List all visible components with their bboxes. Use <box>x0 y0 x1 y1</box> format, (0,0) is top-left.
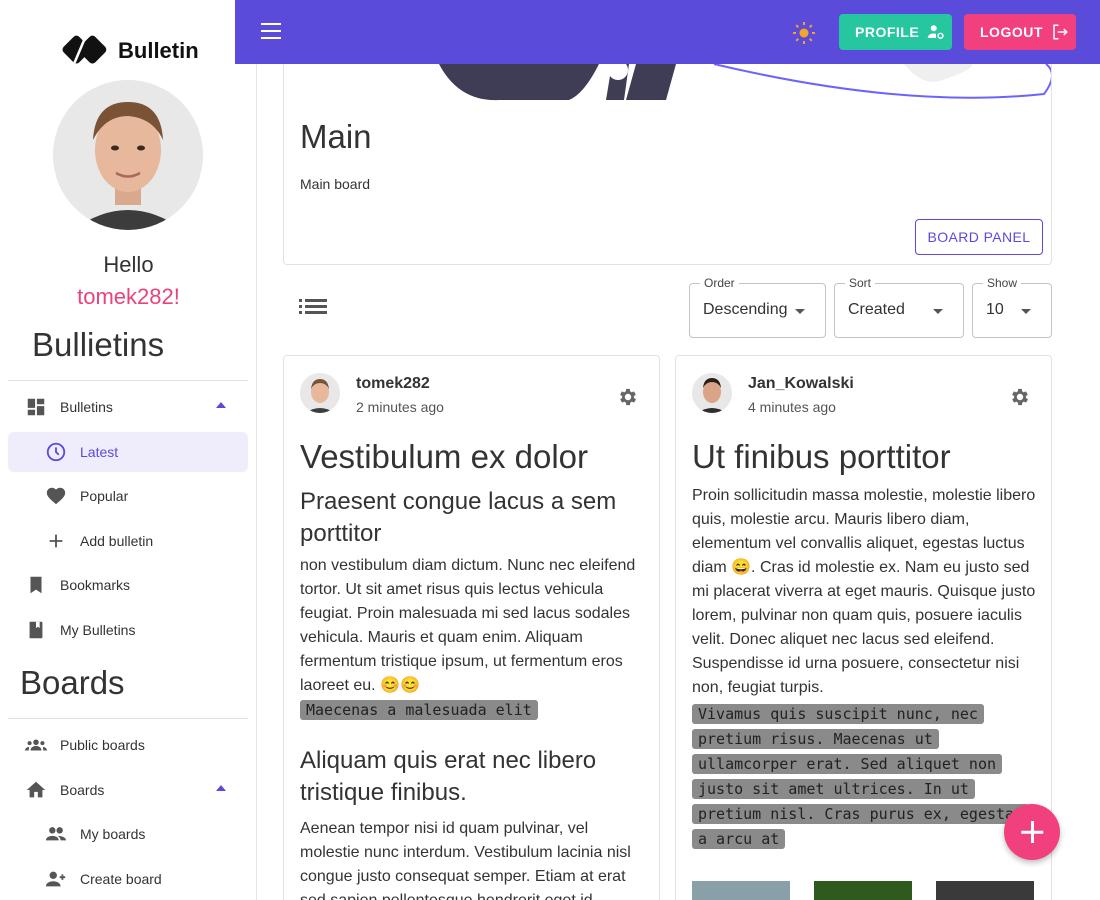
post-subtitle: Praesent congue lacus a sem porttitor <box>300 488 617 547</box>
image-thumbnail[interactable] <box>936 881 1034 900</box>
sidebar-item-my-bulletins[interactable]: My Bulletins <box>8 610 248 650</box>
post-code: Maecenas a malesuada elit <box>300 700 538 720</box>
bulletin-logo-icon <box>62 35 107 65</box>
groups-icon <box>24 733 48 757</box>
image-thumbnail[interactable] <box>692 881 790 900</box>
people-icon <box>44 822 68 846</box>
sidebar-item-public-boards[interactable]: Public boards <box>8 725 248 765</box>
post-text-content: non vestibulum diam dictum. Nunc nec ele… <box>300 557 636 694</box>
sidebar-item-label: Bookmarks <box>60 577 131 593</box>
sidebar-item-boards[interactable]: Boards <box>8 770 248 810</box>
dropdown-arrow-icon <box>933 309 943 314</box>
sidebar-item-add-bulletin[interactable]: Add bulletin <box>8 521 248 561</box>
sidebar-item-my-boards[interactable]: My boards <box>8 814 248 854</box>
logout-button-label: LOGOUT <box>980 24 1043 40</box>
board-panel-button[interactable]: BOARD PANEL <box>915 219 1043 255</box>
post-text-2: Aenean tempor nisi id quam pulvinar, vel… <box>300 820 631 900</box>
bulletin-card[interactable]: Jan_Kowalski 4 minutes ago Ut finibus po… <box>675 355 1052 900</box>
bulletins-heading: Bullietins <box>32 326 165 363</box>
bookmark-icon <box>24 573 48 597</box>
sidebar-item-bookmarks[interactable]: Bookmarks <box>8 565 248 605</box>
logout-button[interactable]: LOGOUT <box>964 14 1076 50</box>
sidebar-item-label: Public boards <box>60 737 145 753</box>
post-title: Vestibulum ex dolor <box>300 438 588 475</box>
divider <box>8 718 248 719</box>
brand[interactable]: Bulletin <box>58 32 199 70</box>
sidebar-item-popular[interactable]: Popular <box>8 476 248 516</box>
post-title: Ut finibus porttitor <box>692 438 951 475</box>
sidebar-item-label: Bulletins <box>60 399 113 415</box>
dropdown-arrow-icon <box>795 309 805 314</box>
board-illustration <box>439 64 1051 101</box>
order-label: Order <box>700 276 739 290</box>
sidebar-item-label: Latest <box>80 444 119 460</box>
collapse-icon[interactable] <box>216 785 226 791</box>
boards-heading: Boards <box>20 664 125 701</box>
post-text: Proin sollicitudin massa molestie, moles… <box>692 487 1036 696</box>
post-code-block: Vivamus quis suscipit nunc, nec pretium … <box>692 702 1037 852</box>
add-bulletin-fab[interactable] <box>1004 804 1060 860</box>
sort-label: Sort <box>845 276 876 290</box>
sidebar-item-label: Create board <box>80 871 162 887</box>
profile-button-label: PROFILE <box>855 24 920 40</box>
board-title: Main <box>300 118 372 155</box>
book-icon <box>24 618 48 642</box>
order-value: Descending <box>703 301 788 318</box>
sidebar: Bulletin Hello tomek282! Bullietins Bull… <box>0 0 257 900</box>
post-images <box>692 881 1034 900</box>
person-add-icon <box>44 867 68 891</box>
theme-toggle-sun-icon[interactable] <box>792 21 816 45</box>
dropdown-arrow-icon <box>1021 309 1031 314</box>
user-avatar[interactable] <box>53 80 203 230</box>
sidebar-item-label: My boards <box>80 826 146 842</box>
home-icon <box>24 778 48 802</box>
dashboard-icon <box>24 395 48 419</box>
order-select[interactable]: Order Descending <box>689 276 826 338</box>
author-avatar[interactable] <box>300 373 340 413</box>
username: tomek282! <box>77 284 180 309</box>
list-view-icon[interactable] <box>298 296 328 318</box>
post-author[interactable]: Jan_Kowalski <box>748 375 854 393</box>
profile-settings-icon <box>927 25 944 39</box>
post-body: Vestibulum ex dolor Praesent congue lacu… <box>300 434 645 900</box>
post-body: Ut finibus porttitor Proin sollicitudin … <box>692 434 1037 852</box>
post-text: non vestibulum diam dictum. Nunc nec ele… <box>300 554 645 723</box>
post-heading: Aliquam quis erat nec libero tristique f… <box>300 747 597 806</box>
show-label: Show <box>983 276 1022 290</box>
sidebar-item-label: Boards <box>60 782 105 798</box>
board-description: Main board <box>300 176 371 192</box>
sidebar-item-bulletins[interactable]: Bulletins <box>8 387 248 427</box>
sort-value: Created <box>848 301 905 318</box>
board-card: Main Main board BOARD PANEL <box>283 64 1052 265</box>
sidebar-item-label: My Bulletins <box>60 622 136 638</box>
greeting: Hello <box>103 252 154 277</box>
bulletin-card[interactable]: tomek282 2 minutes ago Vestibulum ex dol… <box>283 355 660 900</box>
author-avatar[interactable] <box>692 373 732 413</box>
sidebar-item-label: Popular <box>80 488 129 504</box>
post-code: Vivamus quis suscipit nunc, nec pretium … <box>692 704 1030 849</box>
show-select[interactable]: Show 10 <box>972 276 1052 338</box>
sidebar-item-latest[interactable]: Latest <box>8 432 248 472</box>
sidebar-item-create-board[interactable]: Create board <box>8 859 248 899</box>
clock-icon <box>44 440 68 464</box>
sort-select[interactable]: Sort Created <box>834 276 964 338</box>
top-app-bar: PROFILE LOGOUT <box>235 0 1100 64</box>
post-time: 4 minutes ago <box>748 399 836 415</box>
image-thumbnail[interactable] <box>814 881 912 900</box>
plus-icon <box>44 529 68 553</box>
post-time: 2 minutes ago <box>356 399 444 415</box>
menu-icon[interactable] <box>261 23 281 41</box>
show-value: 10 <box>986 301 1004 318</box>
sidebar-item-label: Add bulletin <box>80 533 154 549</box>
gear-icon[interactable] <box>617 386 639 408</box>
brand-title: Bulletin <box>118 38 199 63</box>
divider <box>8 380 248 381</box>
heart-icon <box>44 484 68 508</box>
logout-icon <box>1053 24 1068 40</box>
post-author[interactable]: tomek282 <box>356 375 430 393</box>
profile-button[interactable]: PROFILE <box>839 14 952 50</box>
collapse-icon[interactable] <box>216 402 226 408</box>
gear-icon[interactable] <box>1009 386 1031 408</box>
